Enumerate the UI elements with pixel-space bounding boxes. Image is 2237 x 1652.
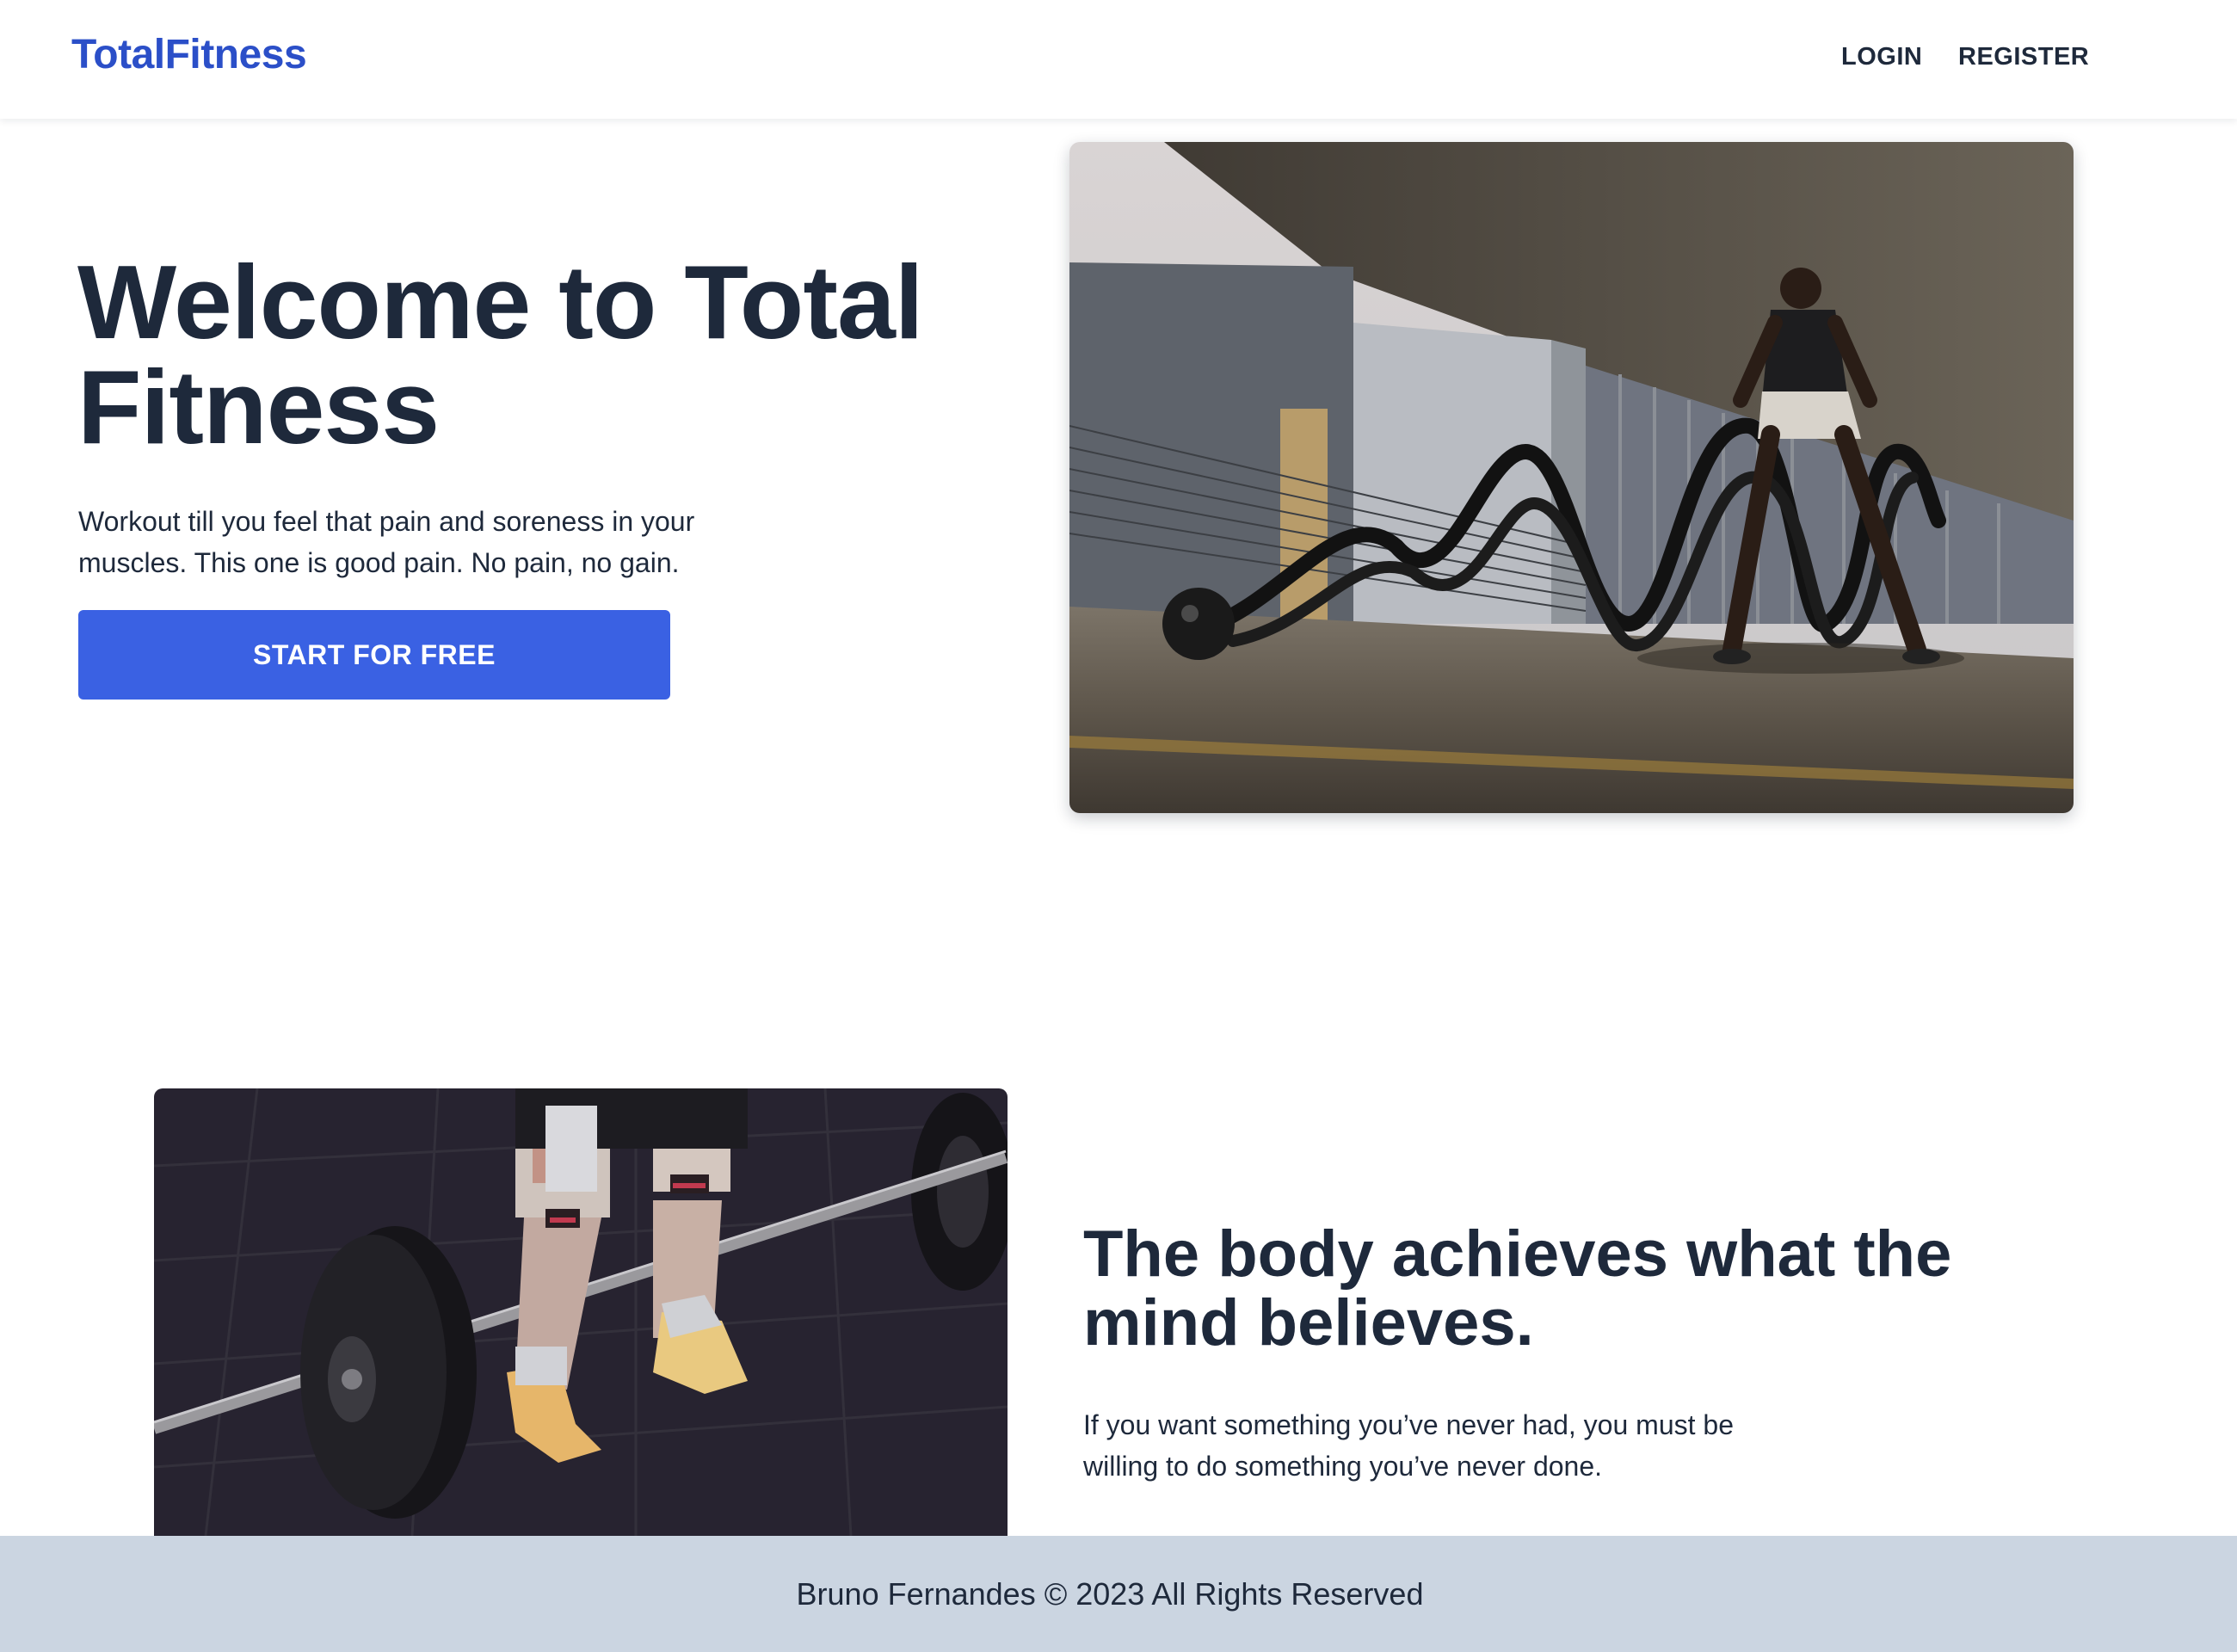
battle-ropes-photo — [1069, 142, 2074, 813]
hero-description: Workout till you feel that pain and sore… — [78, 506, 695, 578]
hero-title: Welcome to Total Fitness — [77, 243, 924, 465]
top-navbar: TotalFitness LOGIN REGISTER — [0, 0, 2237, 119]
copyright-text: Bruno Fernandes © 2023 All Rights Reserv… — [796, 1575, 1424, 1612]
brand-logo[interactable]: TotalFitness — [71, 29, 307, 81]
deadlift-photo — [154, 1088, 1008, 1536]
login-link[interactable]: LOGIN — [1841, 40, 1922, 74]
feature-heading: The body achieves what the mind believes… — [1083, 1217, 1952, 1359]
start-for-free-button[interactable]: START FOR FREE — [78, 610, 670, 700]
register-link[interactable]: REGISTER — [1958, 40, 2089, 74]
feature-description: If you want something you’ve never had, … — [1083, 1409, 1734, 1482]
footer: Bruno Fernandes © 2023 All Rights Reserv… — [0, 1536, 2237, 1652]
